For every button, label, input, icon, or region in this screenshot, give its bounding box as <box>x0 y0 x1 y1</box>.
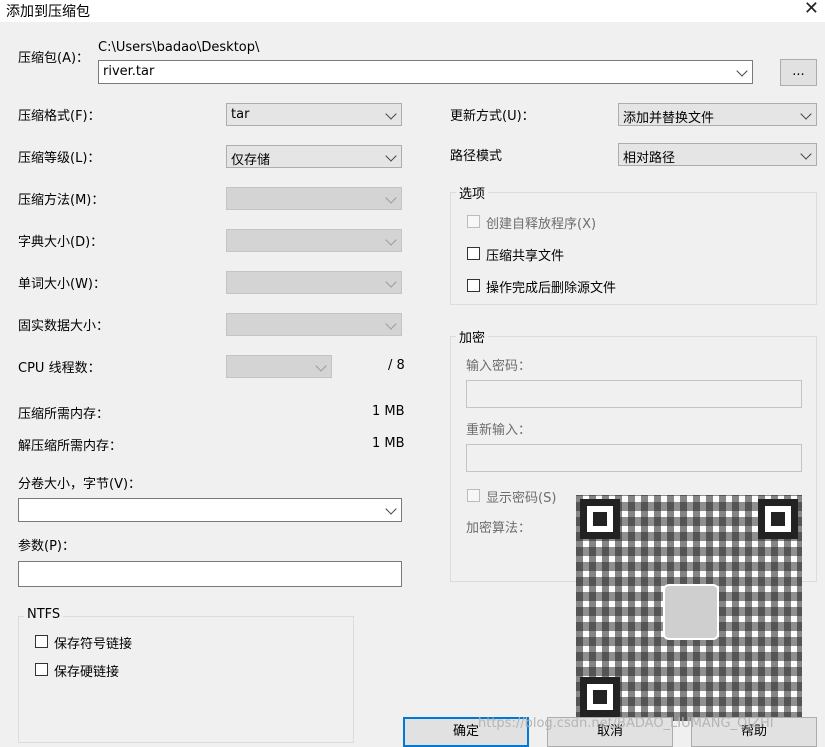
volume-label: 分卷大小，字节(V)： <box>18 477 142 492</box>
chevron-down-icon <box>385 234 397 246</box>
sfx-label: 创建自释放程序(X) <box>486 217 597 232</box>
show-password-checkbox[interactable] <box>467 489 480 502</box>
qr-avatar <box>663 584 719 640</box>
symlinks-label: 保存符号链接 <box>54 637 133 652</box>
qr-finder-pattern <box>580 677 620 717</box>
browse-button[interactable]: ... <box>780 59 817 86</box>
chevron-down-icon <box>385 150 397 162</box>
encryption-method-label: 加密算法： <box>466 521 532 536</box>
reenter-label: 重新输入： <box>466 423 532 438</box>
archive-name-combo[interactable]: river.tar <box>98 60 753 84</box>
level-select[interactable]: 仅存储 <box>226 145 402 168</box>
solid-label: 固实数据大小： <box>18 319 110 334</box>
cpu-select[interactable] <box>226 355 332 378</box>
chevron-down-icon[interactable] <box>736 65 748 77</box>
qr-finder-pattern <box>758 499 798 539</box>
title-bar: 添加到压缩包 ✕ <box>0 0 825 22</box>
mem-comp-label: 压缩所需内存： <box>18 407 110 422</box>
cpu-label: CPU 线程数： <box>18 361 101 376</box>
params-label: 参数(P)： <box>18 539 75 554</box>
chevron-down-icon <box>385 192 397 204</box>
dict-label: 字典大小(D)： <box>18 235 104 250</box>
path-value: 相对路径 <box>623 151 676 166</box>
chevron-down-icon <box>800 148 812 160</box>
mem-decomp-value: 1 MB <box>372 436 405 451</box>
update-value: 添加并替换文件 <box>623 111 715 126</box>
archive-path: C:\Users\badao\Desktop\ <box>98 40 260 55</box>
word-label: 单词大小(W)： <box>18 277 106 292</box>
chevron-down-icon <box>800 108 812 120</box>
shared-checkbox[interactable] <box>467 247 480 260</box>
close-icon[interactable]: ✕ <box>804 0 819 19</box>
archive-label: 压缩包(A)： <box>18 51 90 66</box>
delete-checkbox[interactable] <box>467 279 480 292</box>
hardlinks-label: 保存硬链接 <box>54 665 120 680</box>
symlinks-checkbox[interactable] <box>35 635 48 648</box>
hardlinks-checkbox[interactable] <box>35 663 48 676</box>
encryption-title: 加密 <box>456 327 489 346</box>
solid-select[interactable] <box>226 313 402 336</box>
reenter-input[interactable] <box>466 444 802 472</box>
path-select[interactable]: 相对路径 <box>618 143 817 166</box>
dict-select[interactable] <box>226 229 402 252</box>
sfx-checkbox[interactable] <box>467 215 480 228</box>
method-label: 压缩方法(M)： <box>18 193 105 208</box>
method-select[interactable] <box>226 187 402 210</box>
format-value: tar <box>231 107 250 122</box>
path-label: 路径模式 <box>450 149 503 164</box>
chevron-down-icon <box>385 276 397 288</box>
password-label: 输入密码： <box>466 359 532 374</box>
format-select[interactable]: tar <box>226 103 402 126</box>
volume-combo[interactable] <box>18 498 402 522</box>
shared-label: 压缩共享文件 <box>486 249 565 264</box>
delete-label: 操作完成后删除源文件 <box>486 281 617 296</box>
window-title: 添加到压缩包 <box>6 4 90 20</box>
mem-decomp-label: 解压缩所需内存： <box>18 439 123 454</box>
word-select[interactable] <box>226 271 402 294</box>
mem-comp-value: 1 MB <box>372 404 405 419</box>
show-password-label: 显示密码(S) <box>486 491 557 506</box>
ntfs-title: NTFS <box>24 607 64 622</box>
archive-name-value: river.tar <box>103 64 155 79</box>
options-title: 选项 <box>456 183 489 202</box>
update-select[interactable]: 添加并替换文件 <box>618 103 817 126</box>
params-input[interactable] <box>18 561 402 587</box>
chevron-down-icon <box>315 360 327 372</box>
level-value: 仅存储 <box>231 153 271 168</box>
qr-finder-pattern <box>580 499 620 539</box>
cpu-total: / 8 <box>388 358 405 373</box>
format-label: 压缩格式(F)： <box>18 109 101 124</box>
password-input[interactable] <box>466 380 802 408</box>
update-label: 更新方式(U)： <box>450 109 535 124</box>
chevron-down-icon[interactable] <box>385 503 397 515</box>
watermark-text: https://blog.csdn.net/BADAO_LIUMANG_QIZH… <box>478 716 774 731</box>
chevron-down-icon <box>385 108 397 120</box>
chevron-down-icon <box>385 318 397 330</box>
level-label: 压缩等级(L)： <box>18 151 101 166</box>
